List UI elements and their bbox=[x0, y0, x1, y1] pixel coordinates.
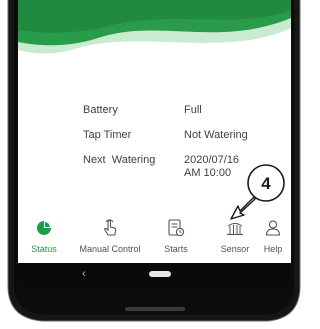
tab-help-label: Help bbox=[263, 244, 283, 254]
back-icon[interactable]: ‹ bbox=[82, 268, 86, 280]
callout-marker: 4 bbox=[230, 164, 285, 220]
tap-timer-label: Tap Timer bbox=[83, 129, 132, 141]
tab-manual-control[interactable]: Manual Control bbox=[75, 211, 145, 263]
android-nav-bar: ‹ bbox=[18, 263, 291, 286]
tab-starts[interactable]: Starts bbox=[151, 211, 201, 263]
header-wave bbox=[18, 0, 291, 54]
tab-manual-control-label: Manual Control bbox=[79, 244, 141, 254]
callout-number: 4 bbox=[261, 174, 271, 193]
home-pill[interactable] bbox=[149, 271, 171, 277]
next-watering-label: Next Watering bbox=[83, 154, 156, 166]
tap-timer-value: Not Watering bbox=[184, 129, 248, 141]
next-watering-time: AM 10:00 bbox=[184, 167, 232, 179]
app-screen: Battery Full Tap Timer Not Watering Next… bbox=[18, 0, 291, 286]
pie-chart-icon bbox=[37, 221, 51, 235]
battery-value: Full bbox=[184, 104, 202, 116]
schedule-icon bbox=[168, 219, 185, 237]
tab-starts-label: Starts bbox=[164, 244, 188, 254]
hand-pointer-icon bbox=[104, 219, 117, 236]
tab-status-label: Status bbox=[31, 244, 57, 254]
battery-label: Battery bbox=[83, 104, 118, 116]
tab-status[interactable]: Status bbox=[18, 211, 71, 263]
